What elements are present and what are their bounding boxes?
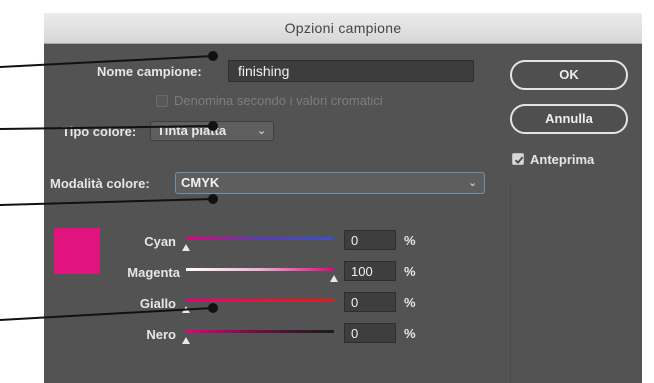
callout-dot-mode xyxy=(208,194,218,204)
callout-leaders xyxy=(0,51,218,321)
callout-line-mode xyxy=(0,198,214,206)
callout-line-sliders xyxy=(0,307,214,321)
callout-line-type xyxy=(0,125,214,130)
callout-dot-name xyxy=(208,51,218,61)
callout-line-name xyxy=(0,55,214,68)
callout-dot-type xyxy=(208,121,218,131)
callout-dot-sliders xyxy=(208,303,218,313)
